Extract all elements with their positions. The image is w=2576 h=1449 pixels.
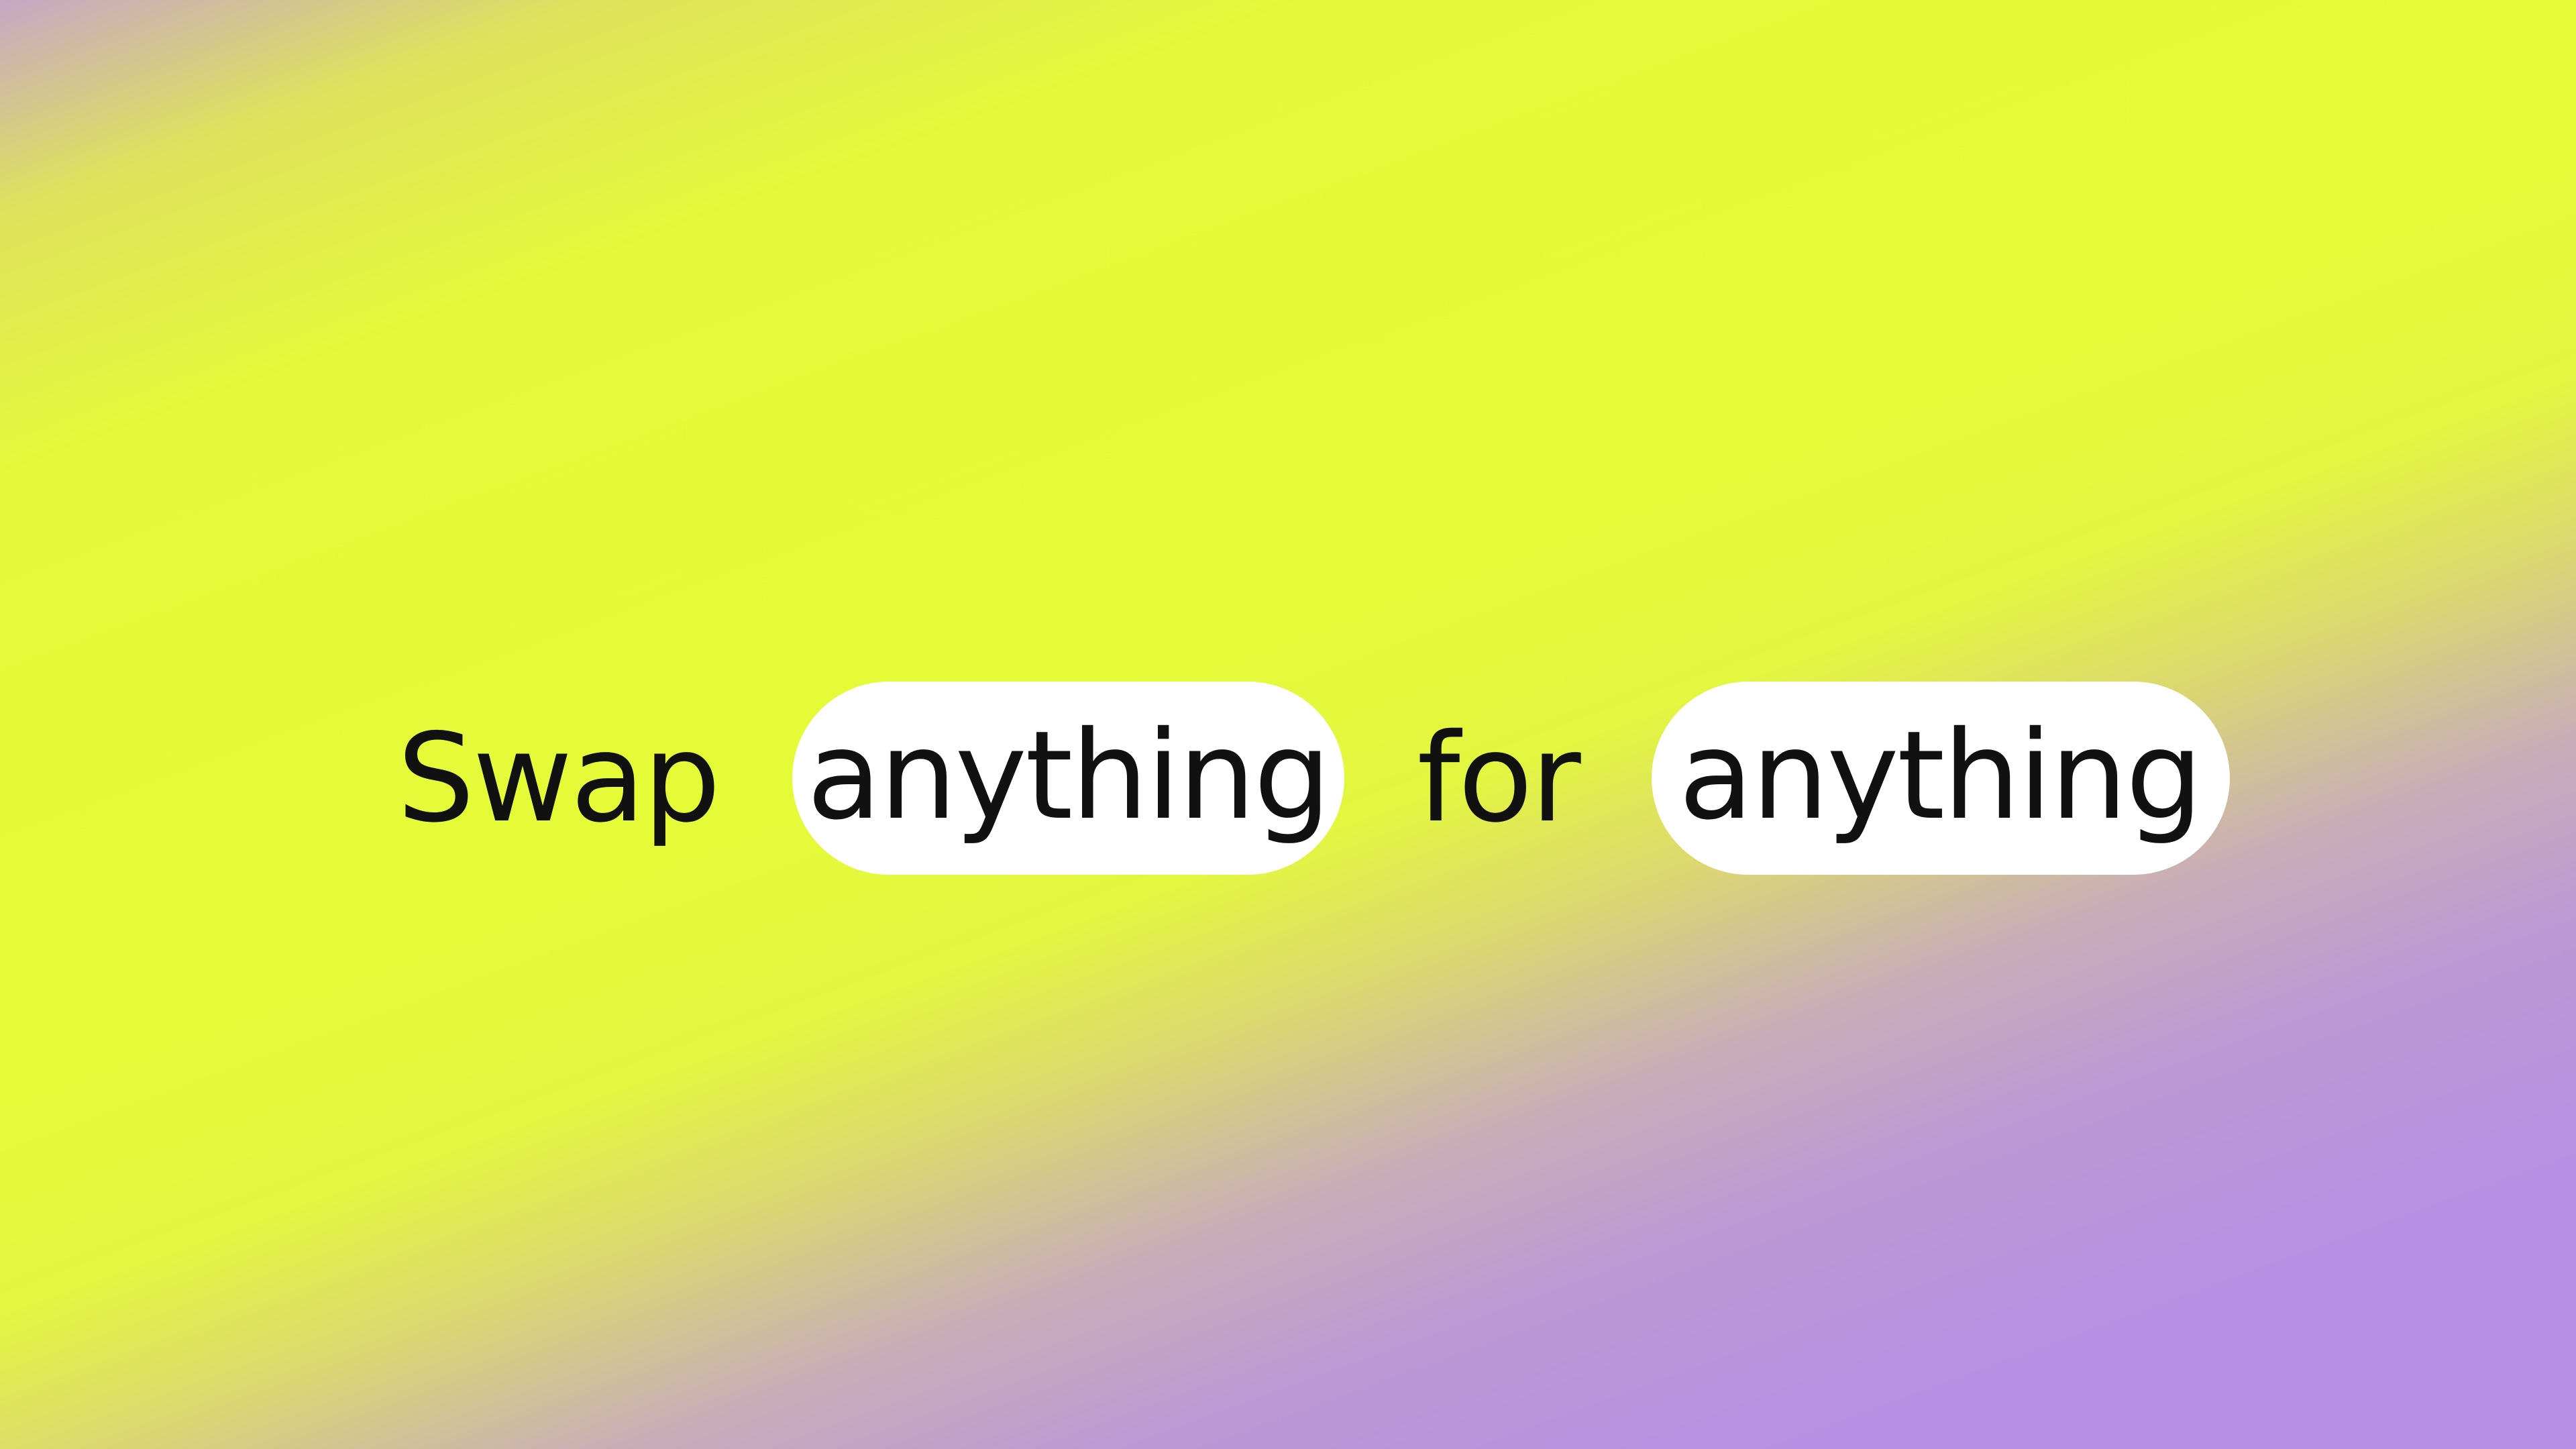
swap-source-label: anything (806, 704, 1332, 847)
headline-word-swap: Swap (397, 707, 720, 849)
swap-target-label: anything (1678, 704, 2203, 847)
swap-source-pill[interactable]: anything (792, 682, 1345, 875)
headline: Swap anything for anything (397, 681, 2230, 875)
swap-target-pill[interactable]: anything (1651, 682, 2230, 875)
headline-word-for: for (1417, 707, 1580, 849)
